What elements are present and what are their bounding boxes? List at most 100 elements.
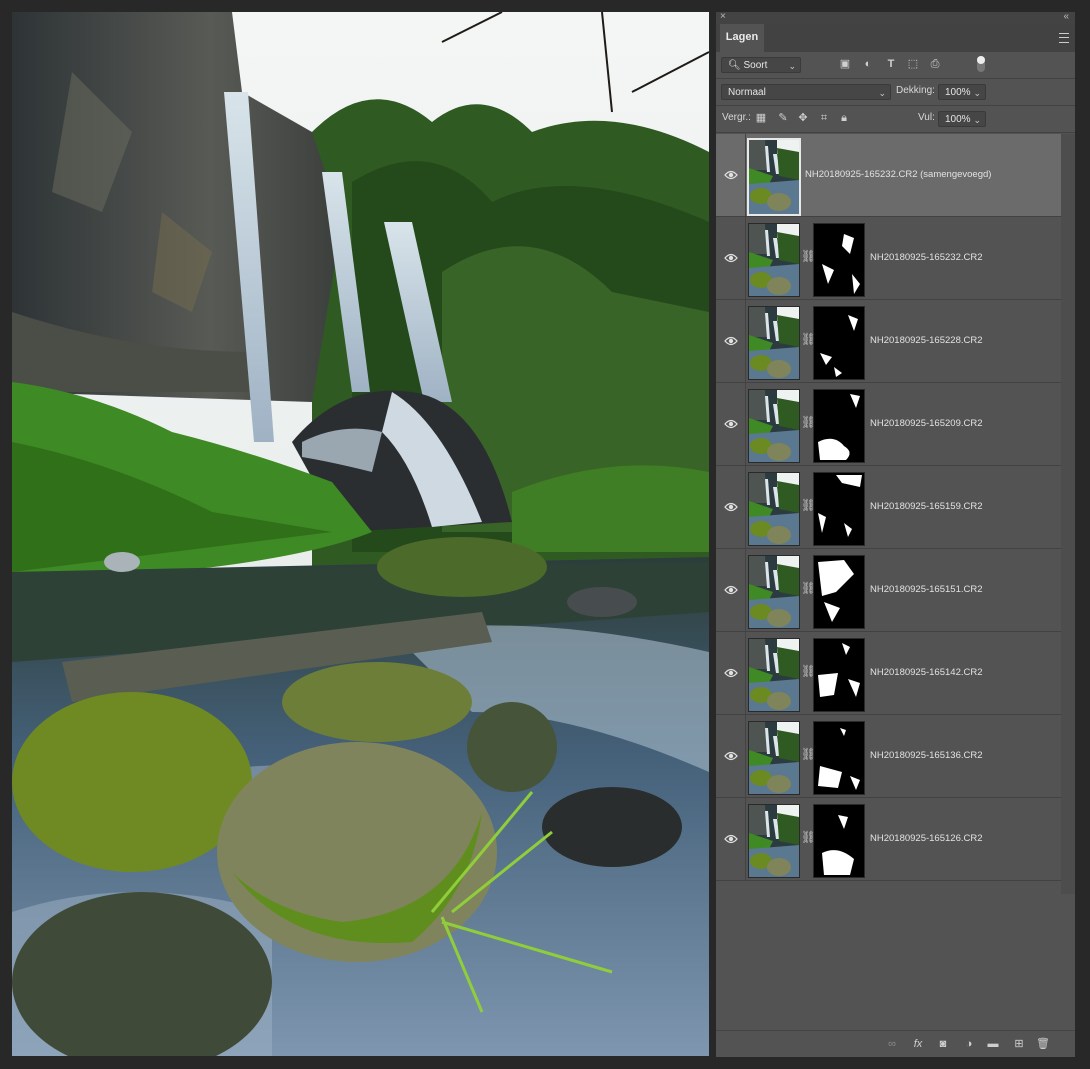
filter-kind-dropdown[interactable]: 🔍︎ Soort ⌄ — [721, 57, 801, 73]
image-filter-icon[interactable]: ▣ — [838, 57, 852, 71]
mask-link-chain-icon[interactable]: ⛓ — [801, 830, 816, 846]
layers-list: NH20180925-165232.CR2 (samengevoegd) ⛓ NH2… — [716, 134, 1061, 881]
visibility-column-divider — [745, 798, 746, 880]
opacity-value: 100% — [945, 87, 971, 98]
filter-row: 🔍︎ Soort ⌄ ▣ ◐ T ⬚ ⎙ — [716, 52, 1075, 79]
layer-row[interactable]: ⛓ NH20180925-165209.CR2 — [716, 383, 1061, 466]
visibility-eye-icon[interactable] — [724, 168, 738, 180]
mask-link-chain-icon[interactable]: ⛓ — [801, 415, 816, 431]
mask-link-chain-icon[interactable]: ⛓ — [801, 581, 816, 597]
chevron-down-icon: ⌄ — [973, 88, 981, 98]
add-mask-icon[interactable]: ◙ — [936, 1037, 950, 1051]
fill-field[interactable]: 100% ⌄ — [938, 111, 986, 127]
close-icon[interactable]: × — [720, 11, 726, 22]
visibility-eye-icon[interactable] — [724, 749, 738, 761]
layer-name[interactable]: NH20180925-165232.CR2 — [870, 252, 983, 263]
layer-thumbnail[interactable] — [748, 472, 800, 546]
layer-mask-thumbnail[interactable] — [813, 306, 865, 380]
lock-label: Vergr.: — [722, 112, 751, 123]
visibility-column-divider — [745, 217, 746, 299]
link-layers-icon[interactable]: ∞ — [885, 1037, 899, 1051]
layer-thumbnail[interactable] — [748, 306, 800, 380]
filter-kind-label: Soort — [743, 60, 768, 71]
layer-row[interactable]: ⛓ NH20180925-165136.CR2 — [716, 715, 1061, 798]
document-canvas[interactable] — [12, 12, 709, 1056]
layer-mask-thumbnail[interactable] — [813, 638, 865, 712]
layer-row[interactable]: ⛓ NH20180925-165232.CR2 — [716, 217, 1061, 300]
panel-menu-icon[interactable] — [1059, 33, 1069, 43]
visibility-eye-icon[interactable] — [724, 832, 738, 844]
adjustment-layer-icon[interactable]: ◑ — [962, 1037, 976, 1051]
layer-name[interactable]: NH20180925-165209.CR2 — [870, 418, 983, 429]
layer-name[interactable]: NH20180925-165159.CR2 — [870, 501, 983, 512]
chevron-down-icon: ⌄ — [878, 88, 886, 98]
layer-row[interactable]: ⛓ NH20180925-165159.CR2 — [716, 466, 1061, 549]
visibility-eye-icon[interactable] — [724, 334, 738, 346]
layer-mask-thumbnail[interactable] — [813, 804, 865, 878]
layer-name[interactable]: NH20180925-165126.CR2 — [870, 833, 983, 844]
lock-artboard-icon[interactable]: ⌗ — [817, 111, 831, 125]
lock-row: Vergr.: ▦ ✎ ✥ ⌗ 🔒︎ Vul: 100% ⌄ — [716, 106, 1075, 133]
layer-mask-thumbnail[interactable] — [813, 555, 865, 629]
lock-position-icon[interactable]: ✥ — [796, 111, 810, 125]
layer-name[interactable]: NH20180925-165232.CR2 (samengevoegd) — [805, 169, 991, 180]
layer-thumbnail[interactable] — [748, 638, 800, 712]
visibility-eye-icon[interactable] — [724, 583, 738, 595]
smart-object-filter-icon[interactable]: ⎙ — [928, 57, 942, 71]
layer-thumbnail[interactable] — [747, 138, 801, 216]
layer-thumbnail[interactable] — [748, 555, 800, 629]
layer-name[interactable]: NH20180925-165136.CR2 — [870, 750, 983, 761]
visibility-eye-icon[interactable] — [724, 417, 738, 429]
mask-link-chain-icon[interactable]: ⛓ — [801, 332, 816, 348]
chevron-down-icon: ⌄ — [788, 61, 796, 71]
adjustment-filter-icon[interactable]: ◐ — [861, 57, 875, 71]
fill-value: 100% — [945, 114, 971, 125]
layer-row[interactable]: ⛓ NH20180925-165151.CR2 — [716, 549, 1061, 632]
layer-thumbnail[interactable] — [748, 223, 800, 297]
layer-name[interactable]: NH20180925-165142.CR2 — [870, 667, 983, 678]
layer-mask-thumbnail[interactable] — [813, 223, 865, 297]
type-filter-icon[interactable]: T — [884, 57, 898, 71]
opacity-field[interactable]: 100% ⌄ — [938, 84, 986, 100]
layer-thumbnail[interactable] — [748, 804, 800, 878]
new-layer-icon[interactable]: ⊞ — [1012, 1037, 1026, 1051]
blend-mode-dropdown[interactable]: Normaal ⌄ — [721, 84, 891, 100]
layer-row[interactable]: ⛓ NH20180925-165142.CR2 — [716, 632, 1061, 715]
layer-name[interactable]: NH20180925-165228.CR2 — [870, 335, 983, 346]
mask-link-chain-icon[interactable]: ⛓ — [801, 664, 816, 680]
lock-image-icon[interactable]: ✎ — [776, 111, 790, 125]
lock-all-icon[interactable]: 🔒︎ — [837, 111, 851, 125]
layers-scrollbar[interactable] — [1061, 134, 1075, 894]
layer-mask-thumbnail[interactable] — [813, 721, 865, 795]
panel-tabs: Lagen — [716, 24, 1075, 52]
blend-row: Normaal ⌄ Dekking: 100% ⌄ — [716, 79, 1075, 106]
visibility-eye-icon[interactable] — [724, 666, 738, 678]
layer-thumbnail[interactable] — [748, 721, 800, 795]
layer-row[interactable]: ⛓ NH20180925-165126.CR2 — [716, 798, 1061, 881]
fx-icon[interactable]: fx — [911, 1037, 925, 1051]
group-folder-icon[interactable]: ▬ — [986, 1037, 1000, 1051]
blend-mode-label: Normaal — [728, 87, 766, 98]
layer-row[interactable]: NH20180925-165232.CR2 (samengevoegd) — [716, 134, 1061, 217]
mask-link-chain-icon[interactable]: ⛓ — [801, 249, 816, 265]
mask-link-chain-icon[interactable]: ⛓ — [801, 747, 816, 763]
search-icon: 🔍︎ — [728, 60, 741, 71]
layer-thumbnail[interactable] — [748, 389, 800, 463]
trash-icon[interactable]: 🗑︎ — [1036, 1037, 1050, 1051]
visibility-column-divider — [745, 466, 746, 548]
chevron-down-icon: ⌄ — [973, 115, 981, 125]
tab-layers[interactable]: Lagen — [720, 24, 764, 52]
filter-toggle[interactable] — [977, 56, 985, 72]
collapse-icon[interactable]: « — [1063, 11, 1069, 22]
lock-transparent-icon[interactable]: ▦ — [754, 111, 768, 125]
visibility-eye-icon[interactable] — [724, 251, 738, 263]
visibility-eye-icon[interactable] — [724, 500, 738, 512]
visibility-column-divider — [745, 134, 746, 216]
layer-name[interactable]: NH20180925-165151.CR2 — [870, 584, 983, 595]
shape-filter-icon[interactable]: ⬚ — [906, 57, 920, 71]
layer-mask-thumbnail[interactable] — [813, 389, 865, 463]
panel-title-bar: × « — [716, 11, 1075, 24]
layer-row[interactable]: ⛓ NH20180925-165228.CR2 — [716, 300, 1061, 383]
layer-mask-thumbnail[interactable] — [813, 472, 865, 546]
mask-link-chain-icon[interactable]: ⛓ — [801, 498, 816, 514]
